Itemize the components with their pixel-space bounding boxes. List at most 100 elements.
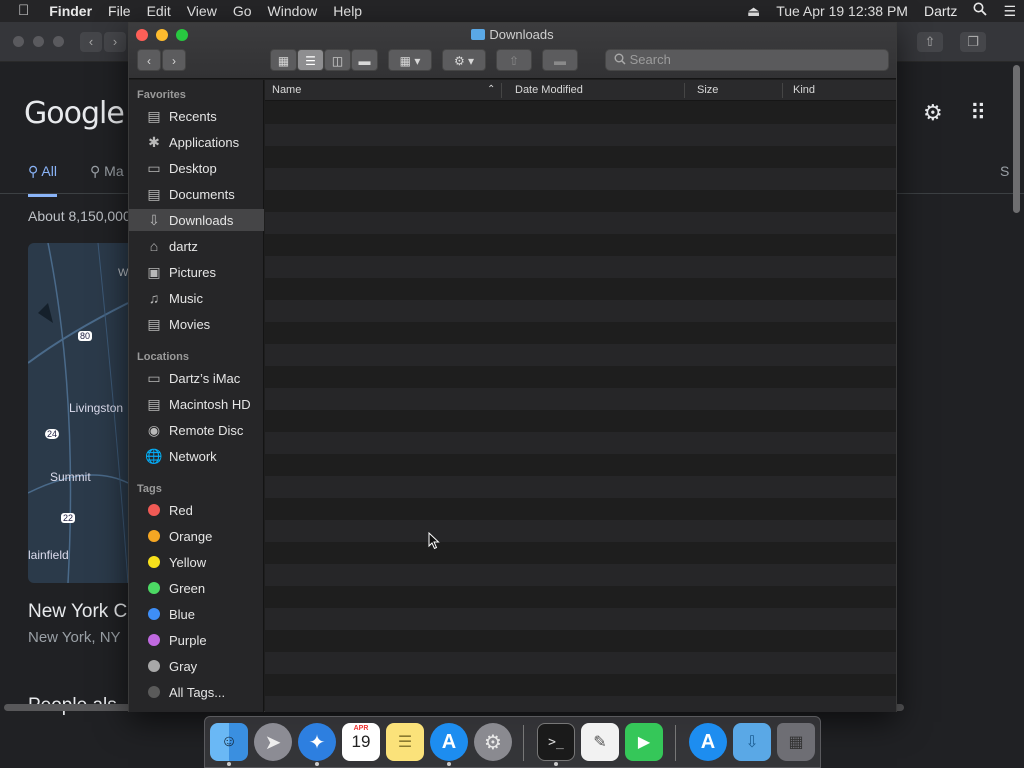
map-label-plainfield: lainfield: [28, 548, 69, 562]
column-kind-header[interactable]: Kind: [793, 84, 815, 96]
sidebar-item-imac[interactable]: ▭ Dartz’s iMac: [129, 367, 264, 389]
place-title[interactable]: New York C: [28, 601, 127, 623]
list-view-button[interactable]: ☰: [297, 49, 324, 71]
gallery-icon: ▬: [358, 54, 371, 68]
menu-window[interactable]: Window: [260, 0, 326, 22]
sidebar-item-macintosh-hd[interactable]: ▤ Macintosh HD: [129, 393, 264, 415]
sidebar-item-documents[interactable]: ▤ Documents: [129, 183, 264, 205]
sidebar-tag-green[interactable]: Green: [129, 577, 264, 599]
sidebar-label: Gray: [169, 658, 198, 674]
menu-file[interactable]: File: [100, 0, 139, 22]
sidebar-label: Desktop: [169, 160, 217, 176]
menubar-user[interactable]: Dartz: [916, 0, 965, 22]
column-divider[interactable]: [684, 83, 685, 98]
music-icon: ♫: [148, 290, 160, 306]
menubar-clock[interactable]: Tue Apr 19 12:38 PM: [768, 0, 916, 22]
tab-maps[interactable]: ⚲ Ma: [90, 163, 124, 180]
trash-dock-icon[interactable]: ▦: [777, 723, 815, 761]
notification-center-icon[interactable]: ☰: [995, 0, 1024, 22]
sidebar-item-applications[interactable]: ✱ Applications: [129, 131, 264, 153]
favorites-header: Favorites: [137, 89, 186, 101]
sort-ascending-icon[interactable]: ⌃: [487, 84, 495, 95]
rocket-icon: ➤: [264, 731, 282, 754]
menu-view[interactable]: View: [179, 0, 225, 22]
calendar-dock-icon[interactable]: APR 19: [342, 723, 380, 761]
group-by-button[interactable]: ▦ ▾: [388, 49, 432, 71]
icon-view-button[interactable]: ▦: [270, 49, 297, 71]
apple-menu-icon[interactable]: : [0, 0, 41, 22]
action-button[interactable]: ⚙ ▾: [442, 49, 486, 71]
sidebar-tag-blue[interactable]: Blue: [129, 603, 264, 625]
downloads-folder-dock-icon[interactable]: ⇩: [733, 723, 771, 761]
column-date-header[interactable]: Date Modified: [515, 84, 583, 96]
safari-dock-icon[interactable]: ✦: [298, 723, 336, 761]
sidebar-item-network[interactable]: 🌐 Network: [129, 445, 264, 467]
browser-forward-icon[interactable]: ›: [104, 32, 126, 52]
column-divider[interactable]: [501, 83, 502, 98]
sidebar-item-pictures[interactable]: ▣ Pictures: [129, 261, 264, 283]
textedit-dock-icon[interactable]: ✎: [581, 723, 619, 761]
file-list[interactable]: Name ⌃ Date Modified Size Kind: [265, 80, 896, 712]
settings-gear-icon[interactable]: ⚙: [923, 100, 943, 126]
sidebar-item-downloads[interactable]: ⇩ Downloads: [129, 209, 264, 231]
sidebar-label: Documents: [169, 186, 235, 202]
imac-icon: ▭: [147, 369, 161, 386]
sidebar-tag-yellow[interactable]: Yellow: [129, 551, 264, 573]
browser-vertical-scrollbar[interactable]: [1013, 65, 1020, 213]
system-preferences-dock-icon[interactable]: ⚙: [474, 723, 512, 761]
browser-tabs-icon[interactable]: ❐: [960, 32, 986, 52]
browser-zoom-button[interactable]: [53, 36, 64, 47]
sidebar-item-music[interactable]: ♫ Music: [129, 287, 264, 309]
tab-all[interactable]: ⚲ All: [28, 163, 57, 197]
sidebar-item-recents[interactable]: ▤ Recents: [129, 105, 264, 127]
column-divider[interactable]: [782, 83, 783, 98]
browser-minimize-button[interactable]: [33, 36, 44, 47]
spotlight-icon[interactable]: [965, 0, 995, 22]
column-size-header[interactable]: Size: [697, 84, 718, 96]
document-pen-icon: ✎: [593, 734, 607, 751]
forward-button[interactable]: ›: [162, 49, 186, 71]
sidebar-all-tags[interactable]: All Tags...: [129, 681, 264, 703]
google-logo[interactable]: Google: [24, 96, 125, 131]
sidebar-tag-purple[interactable]: Purple: [129, 629, 264, 651]
menu-go[interactable]: Go: [225, 0, 260, 22]
tags-button[interactable]: ▬: [542, 49, 578, 71]
app-store-dock-icon[interactable]: A: [430, 723, 468, 761]
sidebar-item-remote-disc[interactable]: ◉ Remote Disc: [129, 419, 264, 441]
menu-help[interactable]: Help: [325, 0, 370, 22]
tab-settings-partial[interactable]: S: [1000, 163, 1009, 179]
eject-icon[interactable]: ⏏: [739, 0, 768, 22]
browser-share-icon[interactable]: ⇧: [917, 32, 943, 52]
notes-dock-icon[interactable]: ☰: [386, 723, 424, 761]
sidebar-tag-gray[interactable]: Gray: [129, 655, 264, 677]
downloads-stack-dock-icon[interactable]: A: [689, 723, 727, 761]
menu-edit[interactable]: Edit: [139, 0, 179, 22]
chevron-left-icon: ‹: [147, 54, 151, 68]
sidebar-item-dartz[interactable]: ⌂ dartz: [129, 235, 264, 257]
map-thumbnail[interactable]: W 80 Livingston 24 Summit 22 lainfield: [28, 243, 128, 583]
browser-close-button[interactable]: [13, 36, 24, 47]
sidebar-label: Remote Disc: [169, 422, 244, 438]
gallery-view-button[interactable]: ▬: [351, 49, 378, 71]
column-name-header[interactable]: Name: [272, 84, 301, 96]
map-label-r24: 24: [45, 429, 60, 439]
sidebar-item-movies[interactable]: ▤ Movies: [129, 313, 264, 335]
facetime-dock-icon[interactable]: ▶: [625, 723, 663, 761]
sidebar-tag-orange[interactable]: Orange: [129, 525, 264, 547]
share-button[interactable]: ⇧: [496, 49, 532, 71]
sidebar-tag-red[interactable]: Red: [129, 499, 264, 521]
calendar-month: APR: [353, 725, 369, 732]
launchpad-dock-icon[interactable]: ➤: [254, 723, 292, 761]
sidebar-item-desktop[interactable]: ▭ Desktop: [129, 157, 264, 179]
remote-disc-icon: ◉: [147, 421, 161, 438]
menu-finder[interactable]: Finder: [41, 0, 100, 22]
browser-back-icon[interactable]: ‹: [80, 32, 102, 52]
back-button[interactable]: ‹: [137, 49, 161, 71]
apps-grid-icon[interactable]: ⠿: [970, 100, 986, 126]
finder-dock-icon[interactable]: ☺: [210, 723, 248, 761]
column-view-button[interactable]: ◫: [324, 49, 351, 71]
table-row: [265, 256, 896, 278]
search-field[interactable]: Search: [605, 49, 889, 71]
terminal-dock-icon[interactable]: >_: [537, 723, 575, 761]
sidebar-label: All Tags...: [169, 684, 226, 700]
